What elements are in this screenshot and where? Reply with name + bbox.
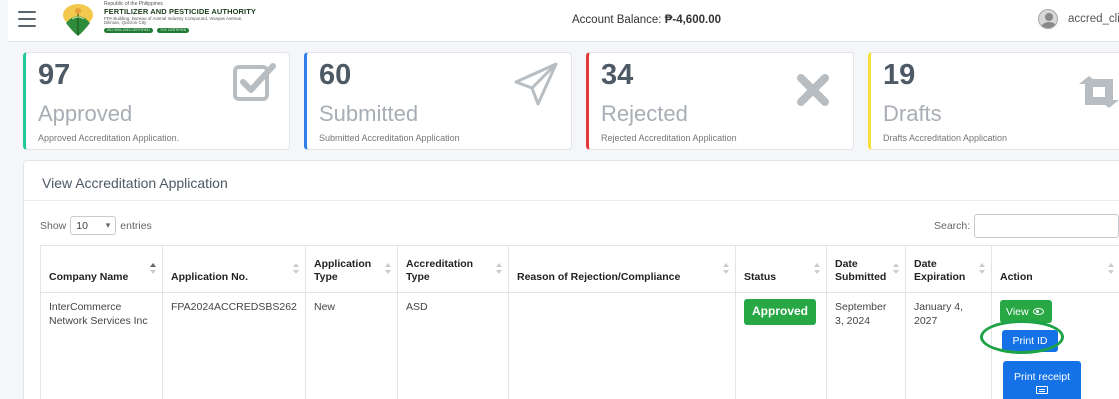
col-action[interactable]: Action (991, 245, 1119, 293)
panel-title: View Accreditation Application (42, 175, 228, 191)
col-accreditation-type[interactable]: Accreditation Type (397, 245, 509, 293)
approved-label: Approved (38, 101, 133, 126)
cell-application-no: FPA2024ACCREDSBS262 (162, 292, 306, 399)
balance-value: ₱-4,600.00 (664, 14, 721, 26)
approved-count: 97 (38, 59, 71, 91)
submitted-count: 60 (319, 59, 352, 91)
user-avatar-icon[interactable] (1038, 9, 1058, 29)
account-balance: Account Balance: ₱-4,600.00 (572, 14, 721, 26)
brand-address: FPA Building, Bureau of Animal Industry … (104, 15, 243, 25)
col-reason[interactable]: Reason of Rejection/Compliance (508, 245, 736, 293)
col-application-no[interactable]: Application No. (162, 245, 306, 293)
status-badge: Approved (744, 299, 817, 325)
submitted-label: Submitted (319, 101, 419, 126)
sort-icon (723, 263, 729, 275)
col-application-type[interactable]: Application Type (305, 245, 398, 293)
applications-table: Company Name Application No. Application… (40, 245, 1119, 399)
receipt-icon (1036, 386, 1048, 394)
search-label: Search: (934, 220, 971, 232)
entries-value: 10 (76, 219, 88, 232)
cell-date-expiration: January 4, 2027 (905, 292, 992, 399)
view-label: View (1006, 305, 1029, 318)
cell-status: Approved (735, 292, 827, 399)
col-date-expiration[interactable]: Date Expiration (905, 245, 992, 293)
top-navbar: Republic of the Philippines FERTILIZER A… (8, 0, 1119, 42)
view-button[interactable]: View (1000, 300, 1052, 323)
drafts-card[interactable]: 19 Drafts Drafts Accreditation Applicati… (868, 52, 1119, 150)
cell-action: View Print ID Print receipt (991, 292, 1119, 399)
submitted-card[interactable]: 60 Submitted Submitted Accreditation App… (304, 52, 572, 150)
print-receipt-label: Print receipt (1013, 370, 1071, 383)
brand-authority: FERTILIZER AND PESTICIDE AUTHORITY (104, 7, 257, 16)
entries-label: entries (120, 219, 152, 232)
table-header-row: Company Name Application No. Application… (40, 245, 1119, 293)
entries-select[interactable]: 10 ▾ (70, 216, 117, 235)
username[interactable]: accred_client (1068, 13, 1119, 25)
menu-toggle-icon[interactable] (18, 11, 36, 27)
print-receipt-button[interactable]: Print receipt (1003, 361, 1081, 399)
approved-card[interactable]: 97 Approved Approved Accreditation Appli… (23, 52, 290, 150)
sort-icon (814, 263, 820, 275)
sort-icon (385, 263, 391, 275)
show-label: Show (40, 219, 67, 232)
cert-tag: TÜV CERTIFIED (156, 27, 190, 33)
col-status[interactable]: Status (735, 245, 827, 293)
rejected-label: Rejected (601, 101, 688, 126)
cell-accreditation-type: ASD (397, 292, 509, 399)
retweet-icon (1079, 76, 1119, 108)
drafts-label: Drafts (883, 101, 942, 126)
brand-block: Republic of the Philippines FERTILIZER A… (104, 2, 256, 33)
x-icon (797, 74, 829, 106)
approved-desc: Approved Accreditation Application. (38, 133, 180, 143)
cell-company: InterCommerce Network Services Inc (40, 292, 163, 399)
sort-icon (979, 263, 985, 275)
fpa-logo (63, 4, 93, 36)
drafts-desc: Drafts Accreditation Application (883, 133, 1008, 143)
balance-label: Account Balance: (572, 14, 662, 26)
search-input[interactable] (974, 214, 1119, 238)
entries-length-control: Show 10 ▾ entries (40, 216, 152, 235)
col-company-name[interactable]: Company Name (40, 245, 163, 293)
sort-icon (893, 263, 899, 275)
chevron-down-icon: ▾ (105, 220, 111, 230)
cell-application-type: New (305, 292, 398, 399)
rejected-count: 34 (601, 59, 634, 91)
check-square-icon (233, 63, 276, 101)
cell-reason (508, 292, 736, 399)
sort-icon (496, 263, 502, 275)
sort-icon (1108, 263, 1114, 275)
eye-icon (1032, 308, 1044, 315)
panel-divider (24, 200, 1119, 201)
sort-icon (293, 263, 299, 275)
paper-plane-icon (514, 62, 558, 106)
sort-icon (150, 263, 156, 275)
cell-date-submitted: September 3, 2024 (826, 292, 906, 399)
print-id-button[interactable]: Print ID (1002, 330, 1058, 352)
drafts-count: 19 (883, 59, 916, 91)
submitted-desc: Submitted Accreditation Application (319, 133, 460, 143)
col-date-submitted[interactable]: Date Submitted (826, 245, 906, 293)
rejected-card[interactable]: 34 Rejected Rejected Accreditation Appli… (586, 52, 854, 150)
applications-panel: View Accreditation Application Show 10 ▾… (23, 160, 1119, 399)
table-row: InterCommerce Network Services Inc FPA20… (40, 292, 1119, 399)
rejected-desc: Rejected Accreditation Application (601, 133, 737, 143)
iso-tag: ISO 9001:2015 CERTIFIED (104, 27, 153, 33)
